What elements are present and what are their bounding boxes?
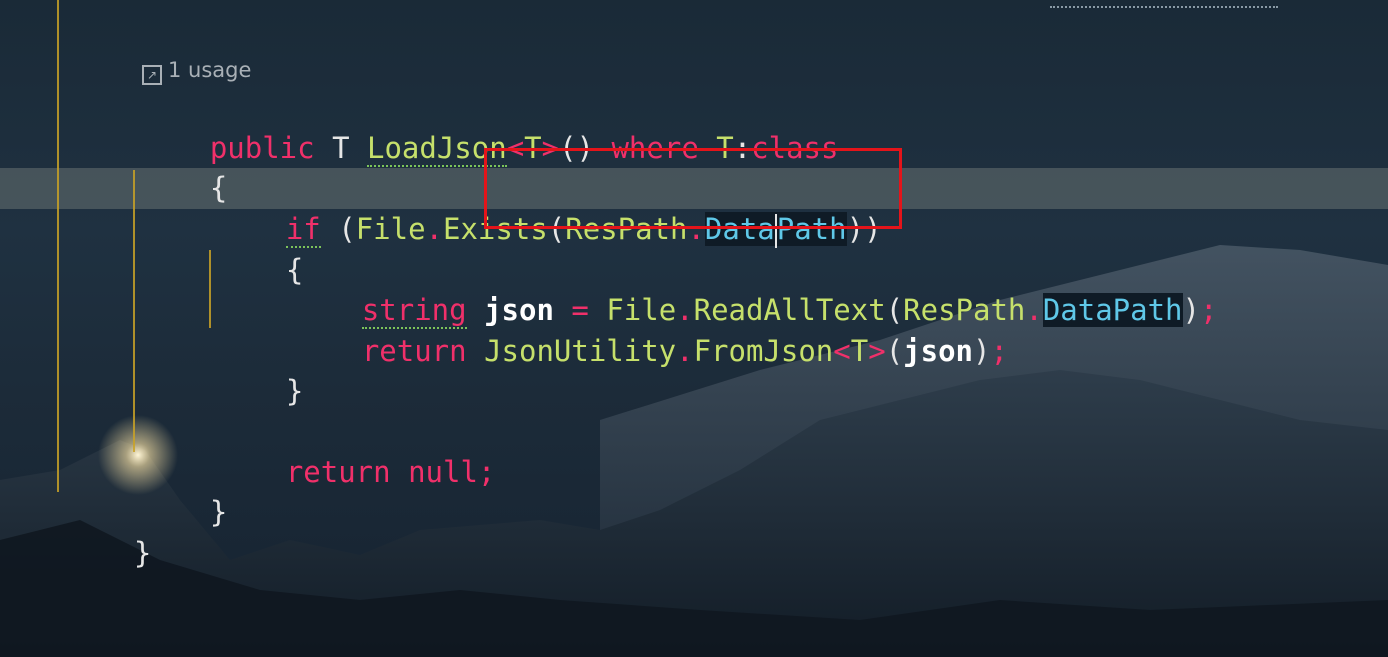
code-line-open-brace-inner[interactable]: { (216, 210, 303, 287)
class-file: File (355, 212, 426, 246)
generic-close: > (868, 334, 886, 368)
close-paren: ) (1182, 293, 1200, 327)
type-t: T (314, 131, 367, 165)
dot: . (425, 212, 443, 246)
paren: ( (885, 334, 904, 368)
brace: } (133, 536, 152, 570)
semicolon: ; (990, 334, 1008, 368)
brace: } (285, 374, 304, 408)
external-link-icon: ↗ (142, 65, 162, 85)
code-line-close-brace-class[interactable]: } (64, 493, 151, 570)
dot: . (676, 334, 694, 368)
warning-squiggle (1050, 0, 1278, 8)
open-paren: ( (320, 212, 356, 246)
code-line-read-all-text[interactable]: string json = File.ReadAllText(ResPath.D… (292, 250, 1217, 329)
indent-guide-method (133, 170, 135, 452)
indent-guide-if-block (209, 250, 211, 328)
keyword-null: null (390, 455, 478, 489)
annotation-highlight-box (484, 148, 902, 229)
close-paren: ) (973, 334, 991, 368)
code-line-return-null[interactable]: return null; (216, 412, 496, 489)
brace: } (209, 495, 228, 529)
semicolon: ; (477, 455, 496, 489)
generic-open: < (833, 334, 851, 368)
property-datapath-highlighted: DataPath (1042, 293, 1183, 327)
code-line-return-fromjson[interactable]: return JsonUtility.FromJson<T>(json); (292, 291, 1008, 368)
semicolon: ; (1200, 293, 1218, 327)
keyword-return: return (285, 455, 391, 489)
method-fromjson: FromJson (693, 334, 834, 368)
usage-hint-label: 1 usage (168, 58, 252, 82)
generic-t: T (850, 334, 869, 368)
code-line-open-brace[interactable]: { (140, 128, 227, 205)
code-editor[interactable]: ↗ 1 usage public T LoadJson<T>() where T:… (0, 0, 1388, 657)
keyword-return: return (361, 334, 467, 368)
code-line-close-brace-method[interactable]: } (140, 452, 227, 529)
usage-hint[interactable]: ↗ 1 usage (142, 56, 252, 85)
variable-json: json (903, 334, 973, 368)
class-jsonutility: JsonUtility (466, 334, 677, 368)
code-line-method-signature[interactable]: public T LoadJson<T>() where T:class (140, 88, 838, 167)
code-line-close-brace-inner[interactable]: } (216, 331, 303, 408)
dot: . (1025, 293, 1043, 327)
indent-guide-outer (57, 0, 59, 492)
